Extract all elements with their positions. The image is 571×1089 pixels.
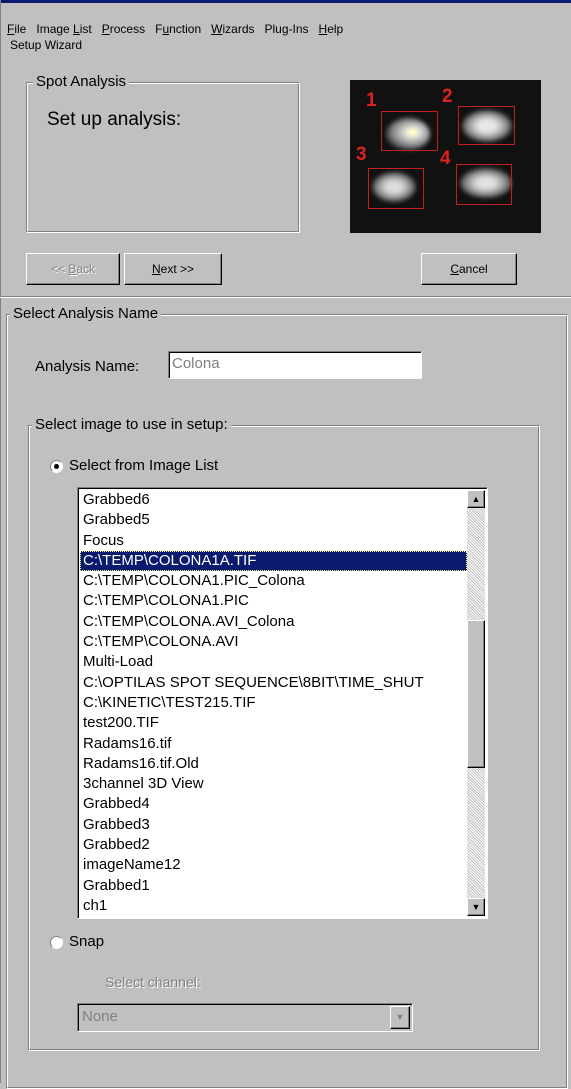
spot-roi-1 <box>381 111 438 151</box>
list-item[interactable]: C:\TEMP\COLONA1A.TIF <box>80 550 467 572</box>
spot-roi-3 <box>368 168 424 209</box>
list-item[interactable]: Multi-Load <box>80 652 467 672</box>
list-item[interactable]: Radams16.tif.Old <box>80 754 467 774</box>
list-item[interactable]: Radams16.tif <box>80 734 467 754</box>
menu-item-3[interactable]: Function <box>150 19 206 39</box>
list-item[interactable]: ch1 <box>80 896 467 916</box>
list-item[interactable]: C:\TEMP\COLONA.AVI <box>80 632 467 652</box>
menu-bar: File Image List Process Function Wizards Plug… <box>0 19 571 39</box>
section-divider <box>0 296 571 298</box>
select-image-title: Select image to use in setup: <box>32 417 231 433</box>
spot-label-2: 2 <box>442 86 453 107</box>
menu-item-0[interactable]: File <box>0 19 31 39</box>
spot-label-4: 4 <box>440 148 451 169</box>
menu-item-5[interactable]: Plug-Ins <box>260 19 314 39</box>
menu-item-2[interactable]: Process <box>97 19 150 39</box>
spot-roi-4 <box>456 164 512 205</box>
analysis-name-label: Analysis Name: <box>35 358 140 375</box>
list-item[interactable]: Grabbed4 <box>80 794 467 814</box>
scroll-thumb[interactable] <box>467 620 485 768</box>
list-item[interactable]: C:\TEMP\COLONA1.PIC <box>80 591 467 611</box>
radio-snap-label[interactable]: Snap <box>69 933 104 950</box>
scroll-up-button[interactable]: ▲ <box>467 490 485 508</box>
image-list[interactable]: Grabbed6 Grabbed5 Focus C:\TEMP\COLONA1A.TI… <box>77 487 488 919</box>
list-item[interactable]: Grabbed1 <box>80 876 467 896</box>
setup-instruction: Set up analysis: <box>47 109 182 130</box>
back-button[interactable]: << Back <box>26 253 120 285</box>
list-item[interactable]: C:\KINETIC\TEST215.TIF <box>80 693 467 713</box>
list-item[interactable]: Grabbed5 <box>80 510 467 530</box>
radio-select-from-image-list-label[interactable]: Select from Image List <box>69 457 218 474</box>
analysis-name-input[interactable]: Colona <box>168 351 422 379</box>
menu-item-6[interactable]: Help <box>314 19 349 39</box>
channel-dropdown-value: None <box>82 1008 118 1025</box>
chevron-down-icon[interactable]: ▼ <box>390 1006 410 1029</box>
spot-preview-image: 1 2 3 4 <box>350 80 541 233</box>
setup-wizard-title: Setup Wizard <box>10 37 83 53</box>
spot-roi-2 <box>458 106 515 145</box>
spot-label-1: 1 <box>366 90 377 111</box>
window-edge <box>0 0 1 1083</box>
next-button[interactable]: Next >> <box>124 253 222 285</box>
title-bar-strip <box>0 0 571 3</box>
spot-label-3: 3 <box>356 144 367 165</box>
list-item[interactable]: C:\TEMP\COLONA.AVI_Colona <box>80 612 467 632</box>
list-item[interactable]: C:\OPTILAS SPOT SEQUENCE\8BIT\TIME_SHUT <box>80 673 467 693</box>
select-analysis-name-title: Select Analysis Name <box>10 306 162 322</box>
menu-item-1[interactable]: Image List <box>31 19 96 39</box>
list-item[interactable]: C:\TEMP\COLONA1.PIC_Colona <box>80 571 467 591</box>
list-item[interactable]: Grabbed3 <box>80 815 467 835</box>
image-list-items: Grabbed6 Grabbed5 Focus C:\TEMP\COLONA1A.TI… <box>80 490 467 918</box>
select-channel-label: Select channel: <box>105 974 201 990</box>
image-list-scrollbar[interactable]: ▲ ▼ <box>467 490 485 916</box>
spot-analysis-title: Spot Analysis <box>33 74 130 90</box>
menu-item-4[interactable]: Wizards <box>206 19 259 39</box>
list-item[interactable]: 3channel 3D View <box>80 774 467 794</box>
spot-analysis-group: Spot Analysis Set up analysis: <box>26 74 300 233</box>
list-item[interactable]: Grabbed2 <box>80 835 467 855</box>
list-item[interactable]: test200.TIF <box>80 713 467 733</box>
channel-dropdown[interactable]: None ▼ <box>77 1003 413 1032</box>
list-item[interactable]: Grabbed <box>80 916 467 918</box>
radio-snap[interactable] <box>50 936 63 949</box>
radio-select-from-image-list[interactable] <box>50 460 63 473</box>
list-item[interactable]: imageName12 <box>80 855 467 875</box>
list-item[interactable]: Focus <box>80 531 467 551</box>
cancel-button[interactable]: Cancel <box>421 253 517 285</box>
list-item[interactable]: Grabbed6 <box>80 490 467 510</box>
scroll-down-button[interactable]: ▼ <box>467 898 485 916</box>
